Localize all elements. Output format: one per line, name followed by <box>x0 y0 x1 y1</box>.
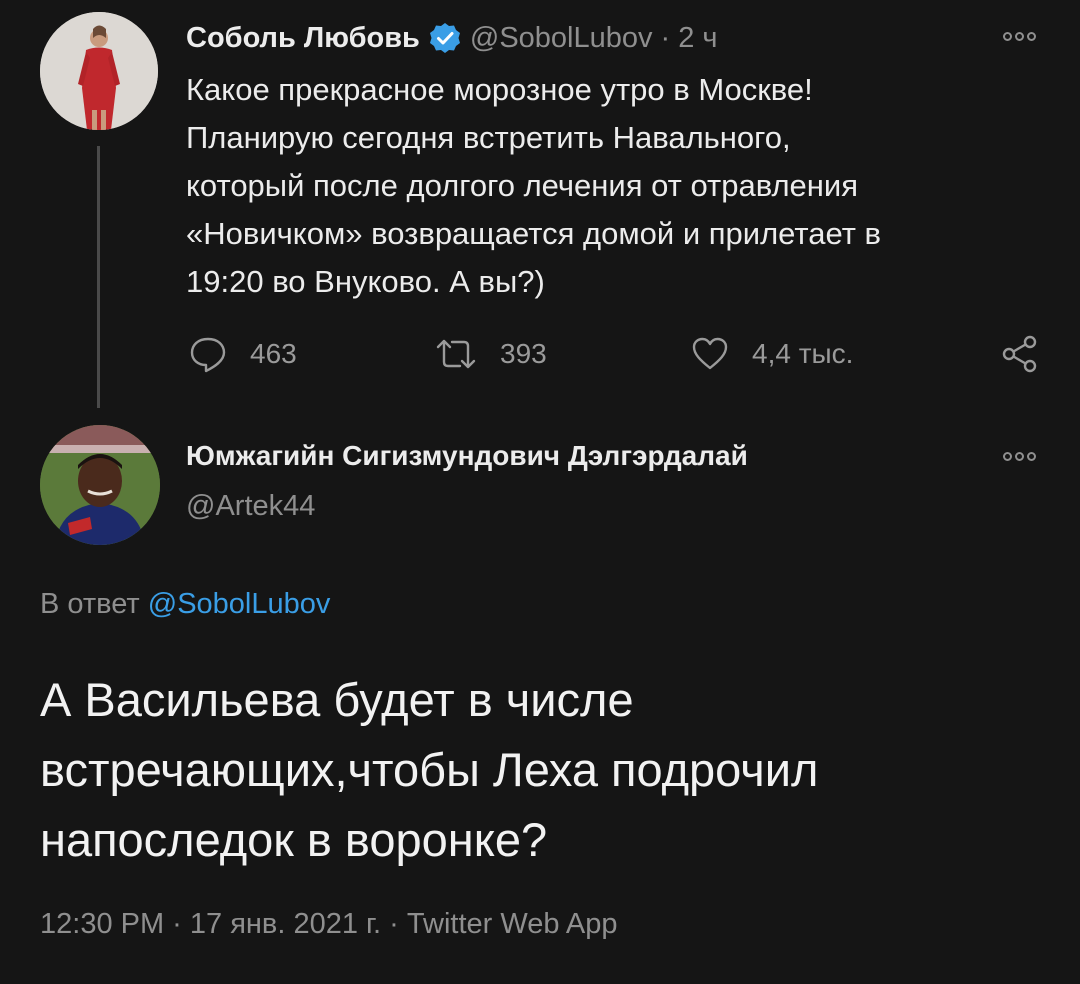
tweet-text-line: «Новичком» возвращается домой и прилетае… <box>186 216 881 251</box>
like-count: 4,4 тыс. <box>752 338 854 369</box>
reply-icon <box>190 337 226 373</box>
tweet-timestamp-footer[interactable]: 12:30 PM · 17 янв. 2021 г. · Twitter Web… <box>40 908 618 941</box>
reply-author-handle[interactable]: @Artek44 <box>186 490 315 523</box>
in-reply-mention-link[interactable]: @SobolLubov <box>148 588 331 620</box>
reply-author-avatar[interactable] <box>40 425 160 545</box>
tweet-time[interactable]: 2 ч <box>678 22 717 55</box>
tweet-text-line: А Васильева будет в числе <box>40 673 634 726</box>
reply-count: 463 <box>250 338 297 369</box>
tweet-text-line: который после долгого лечения от отравле… <box>186 168 859 203</box>
heart-icon <box>692 337 728 370</box>
reply-button[interactable]: 463 <box>188 334 297 374</box>
parent-tweet-header: Соболь Любовь @SobolLubov · 2 ч <box>186 18 717 58</box>
author-handle[interactable]: @SobolLubov <box>470 22 653 55</box>
in-reply-prefix: В ответ <box>40 588 140 620</box>
tweet-text-line: 19:20 во Внуково. А вы?) <box>186 264 545 299</box>
tweet-text-line: Планирую сегодня встретить Навального, <box>186 120 791 155</box>
retweet-button[interactable]: 393 <box>434 334 547 374</box>
more-options-icon[interactable] <box>1003 30 1043 42</box>
more-options-icon[interactable] <box>1003 450 1043 462</box>
share-icon <box>1002 335 1037 373</box>
reply-tweet-text: А Васильева будет в числе встречающих,чт… <box>40 665 1060 875</box>
header-separator: · <box>660 21 671 54</box>
avatar-photo-icon <box>40 12 158 130</box>
in-reply-to: В ответ @SobolLubov <box>40 588 330 621</box>
author-name[interactable]: Соболь Любовь <box>186 22 420 55</box>
share-button[interactable] <box>1000 334 1040 374</box>
verified-badge-icon <box>428 21 462 55</box>
retweet-icon <box>436 339 476 369</box>
thread-connector-line <box>97 146 100 408</box>
parent-tweet-text: Какое прекрасное морозное утро в Москве!… <box>186 66 1046 306</box>
reply-author-name[interactable]: Юмжагийн Сигизмундович Дэлгэрдалай <box>186 440 748 472</box>
tweet-text-line: напоследок в воронке? <box>40 813 548 866</box>
tweet-text-line: встречающих,чтобы Леха подрочил <box>40 743 819 796</box>
avatar-photo-icon <box>40 425 160 545</box>
tweet-text-line: Какое прекрасное морозное утро в Москве! <box>186 72 813 107</box>
retweet-count: 393 <box>500 338 547 369</box>
like-button[interactable]: 4,4 тыс. <box>690 334 853 374</box>
author-avatar[interactable] <box>40 12 158 130</box>
